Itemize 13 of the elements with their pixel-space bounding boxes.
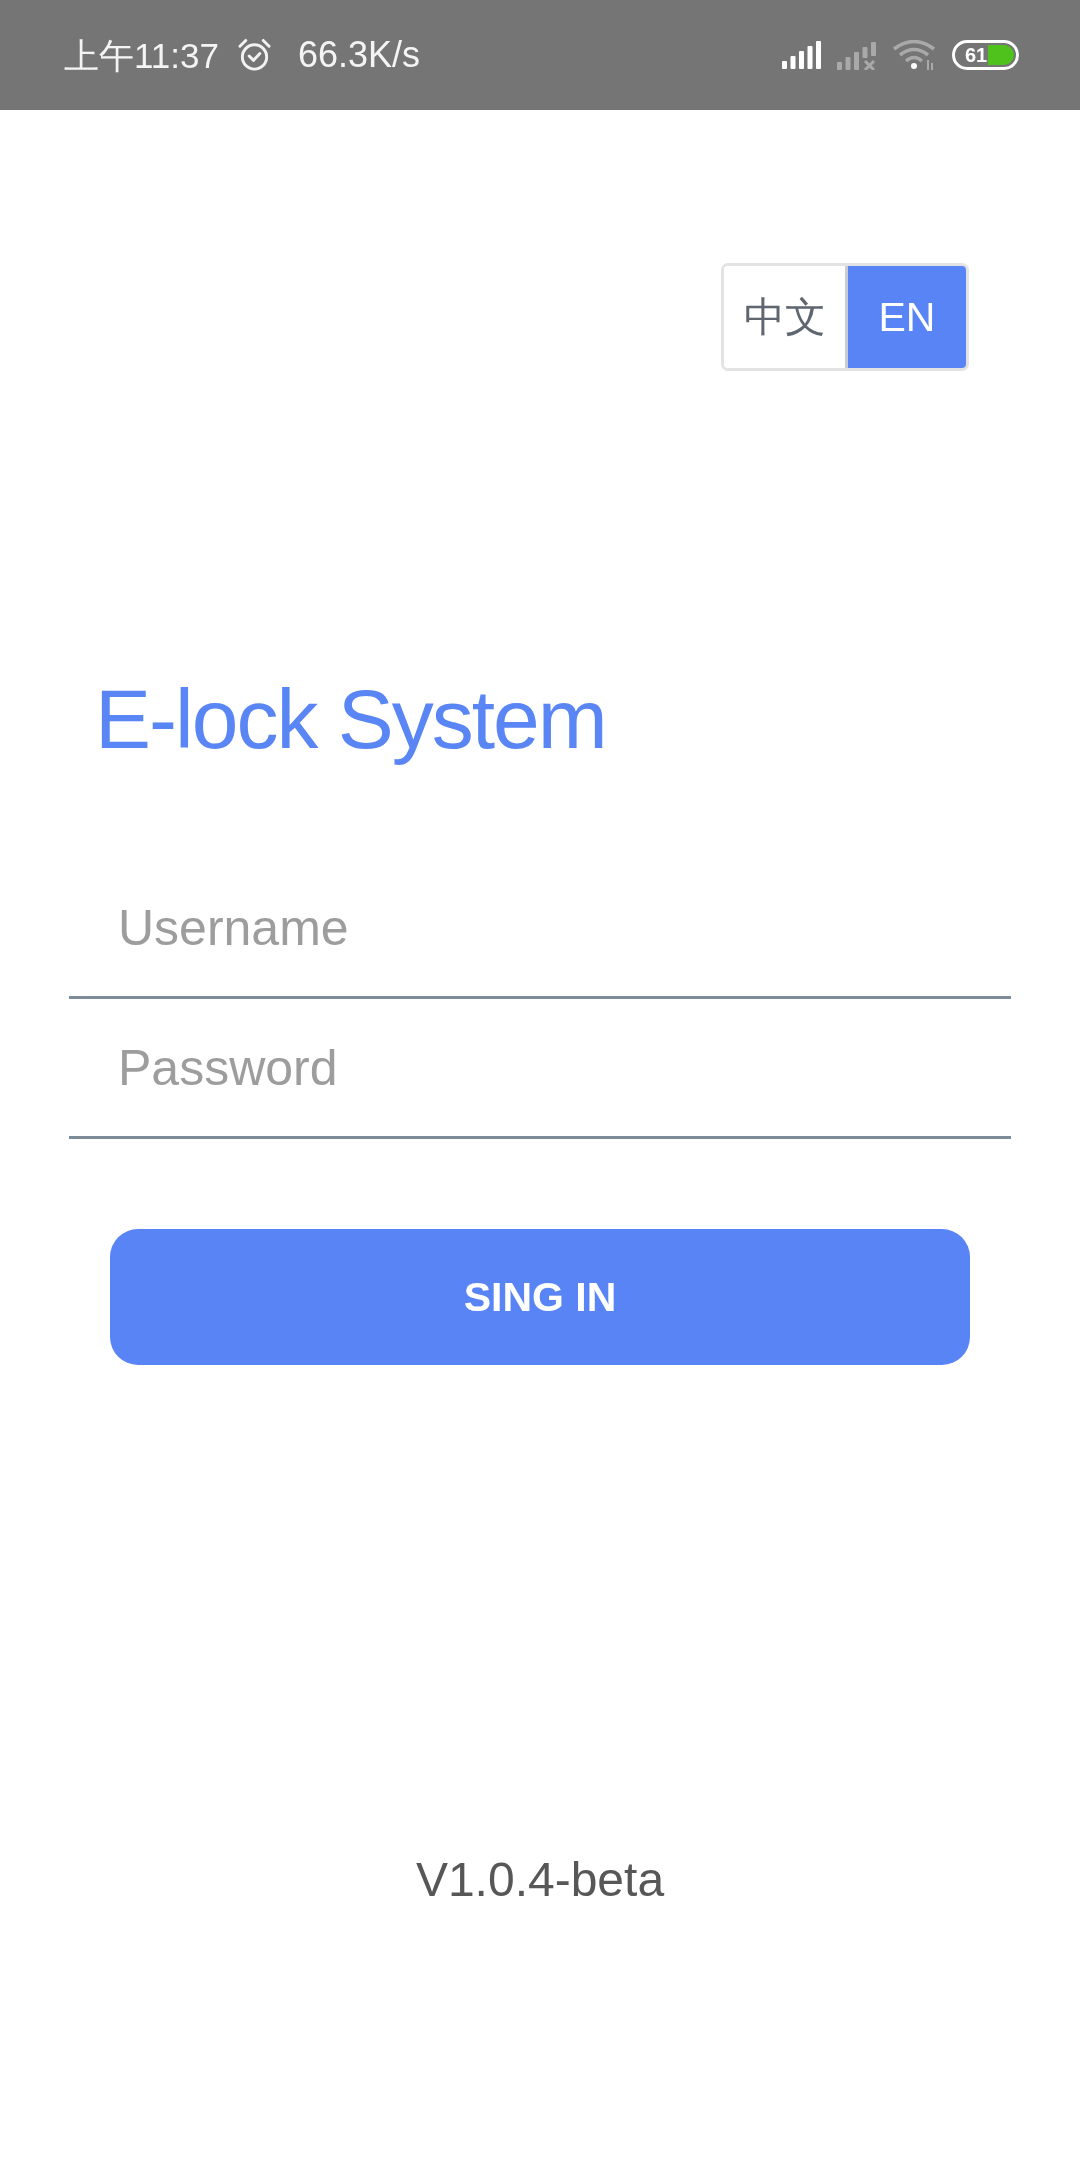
status-time: 上午11:37 (64, 37, 219, 73)
sign-in-button[interactable]: SING IN (110, 1229, 970, 1365)
battery-charge-level (988, 45, 1014, 65)
wifi-icon (893, 40, 937, 70)
battery-percentage: 61 (965, 45, 988, 65)
alarm-clock-icon (237, 38, 272, 72)
signal-icon (782, 41, 822, 69)
language-tab[interactable]: EN (845, 266, 966, 368)
password-field[interactable]: Password (69, 999, 1011, 1139)
network-speed: 66.3K/s (298, 37, 421, 73)
no-signal-icon (837, 40, 879, 70)
username-field[interactable]: Username (69, 859, 1011, 999)
version-label: V1.0.4-beta (415, 1856, 665, 1904)
